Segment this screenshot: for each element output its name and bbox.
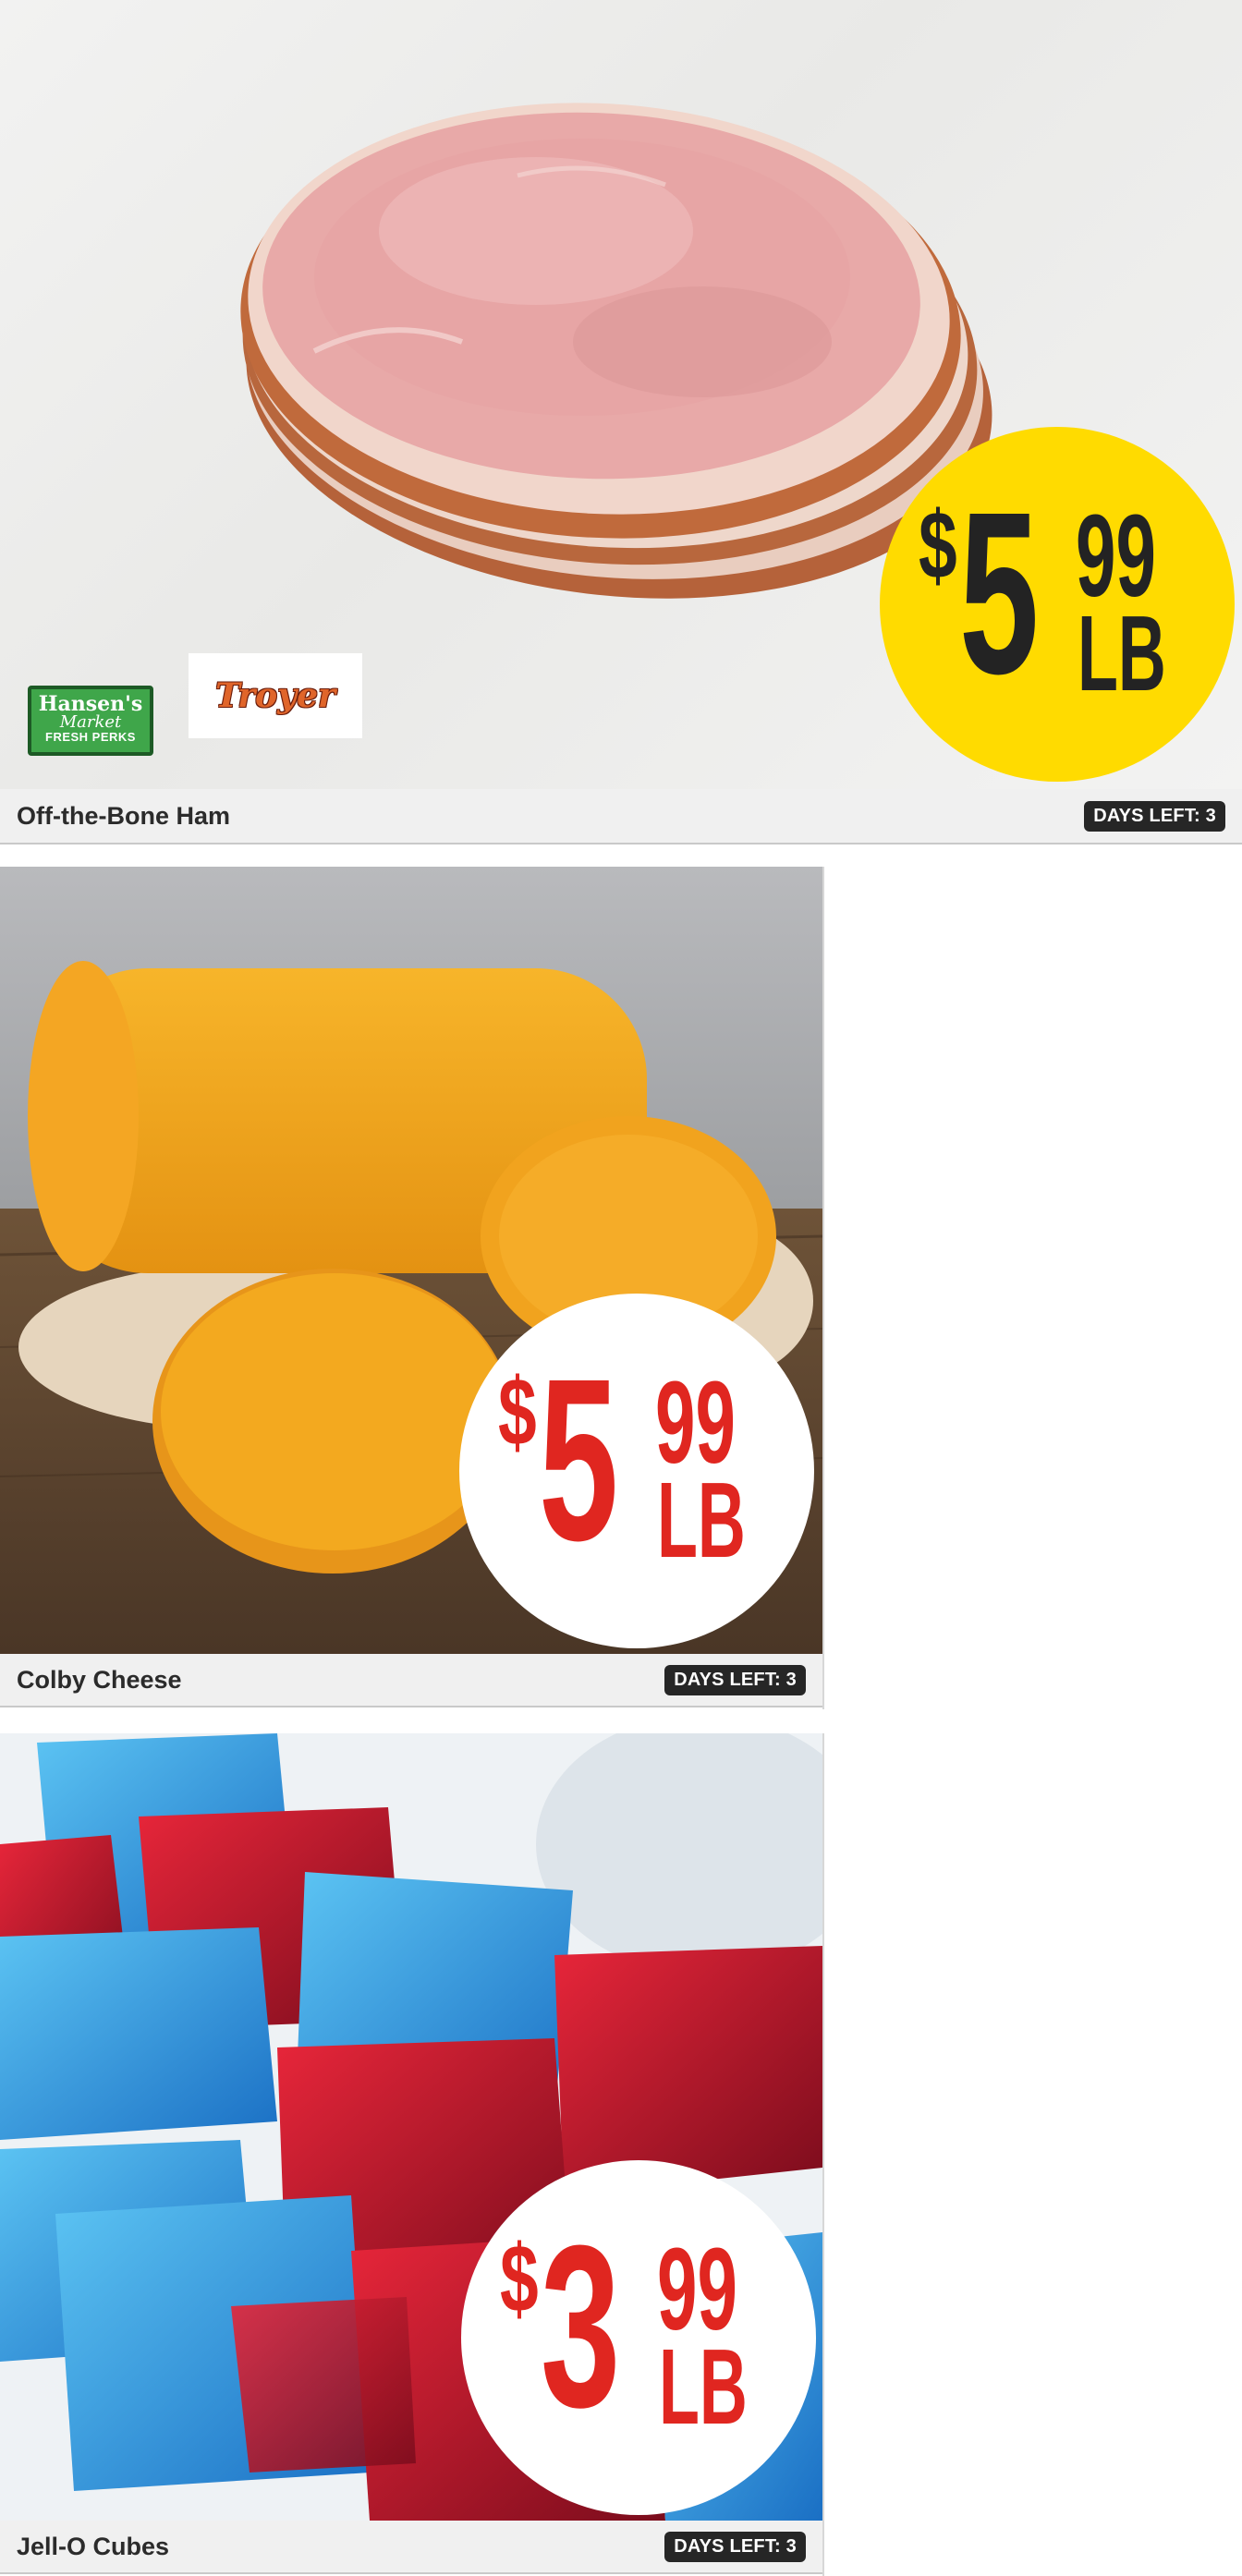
days-left-badge: DAYS LEFT: 3 xyxy=(664,1664,806,1695)
price-currency: $ xyxy=(919,492,957,600)
price-badge: $ 5 99 LB xyxy=(880,427,1235,782)
troyer-logo: Troyer xyxy=(189,653,362,738)
deal-caption: Jell-O Cubes DAYS LEFT: 3 xyxy=(0,2521,822,2574)
product-name: Off-the-Bone Ham xyxy=(17,801,230,830)
price-badge: $ 5 99 LB xyxy=(459,1294,814,1648)
deal-caption: Off-the-Bone Ham DAYS LEFT: 3 xyxy=(0,789,1242,844)
price-unit: LB xyxy=(1078,593,1166,713)
price-unit: LB xyxy=(659,2327,748,2447)
product-name: Colby Cheese xyxy=(17,1665,182,1694)
deal-caption: Colby Cheese DAYS LEFT: 3 xyxy=(0,1654,822,1707)
ham-product-image: Hansen's Market FRESH PERKS Troyer $ 5 9… xyxy=(0,0,1242,789)
cheese-product-image: $ 5 99 LB xyxy=(0,867,822,1654)
product-name: Jell-O Cubes xyxy=(17,2532,170,2560)
deal-card-colby-cheese[interactable]: $ 5 99 LB Colby Cheese DAYS LEFT: 3 xyxy=(0,867,824,1709)
jello-product-image: $ 3 99 LB xyxy=(0,1733,822,2521)
days-left-badge: DAYS LEFT: 3 xyxy=(1084,800,1225,832)
price-unit: LB xyxy=(657,1460,746,1580)
deal-card-ham[interactable]: Hansen's Market FRESH PERKS Troyer $ 5 9… xyxy=(0,0,1242,844)
price-dollars: 3 xyxy=(541,2197,621,2455)
hansens-market-logo: Hansen's Market FRESH PERKS xyxy=(28,686,153,756)
deal-card-jell-o-cubes[interactable]: $ 3 99 LB Jell-O Cubes DAYS LEFT: 3 xyxy=(0,1733,824,2576)
days-left-badge: DAYS LEFT: 3 xyxy=(664,2531,806,2562)
price-currency: $ xyxy=(500,2226,539,2333)
price-dollars: 5 xyxy=(959,464,1040,722)
price-currency: $ xyxy=(498,1359,537,1466)
price-dollars: 5 xyxy=(539,1331,619,1588)
price-badge: $ 3 99 LB xyxy=(461,2160,816,2515)
